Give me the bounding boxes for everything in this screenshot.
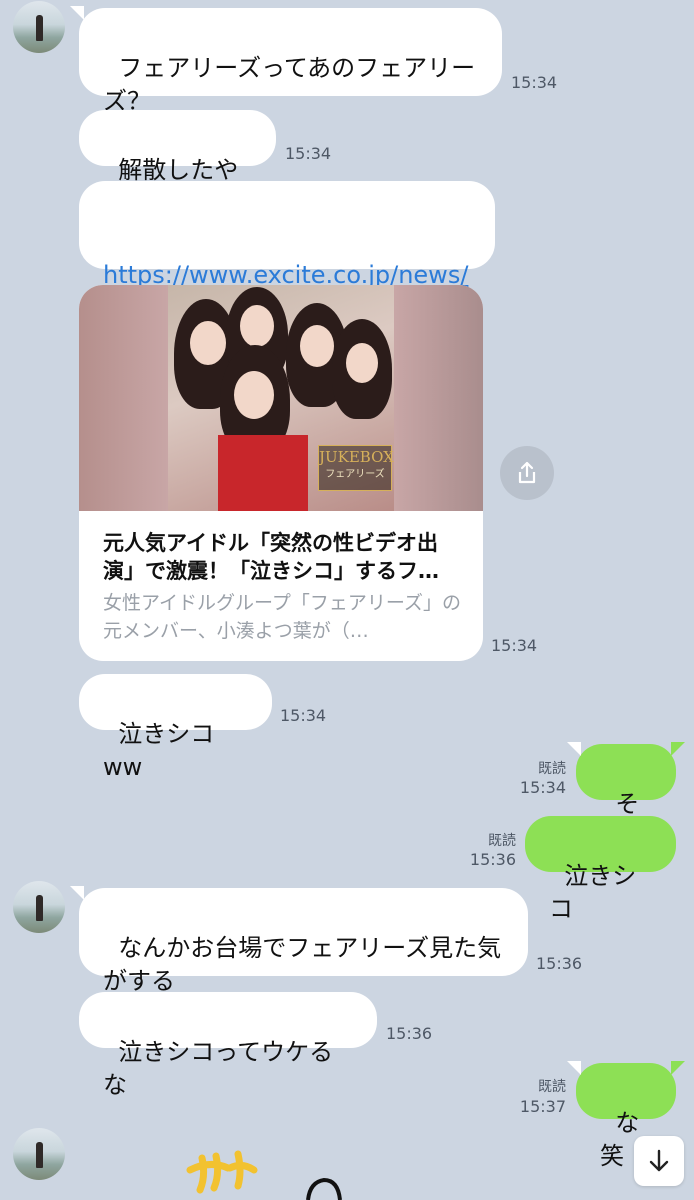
arrow-down-icon <box>649 1149 669 1172</box>
message-time: 15:34 <box>491 636 538 655</box>
sticker[interactable] <box>180 1146 360 1200</box>
message-text: 泣きシコ <box>549 862 637 923</box>
message-time: 15:34 <box>285 144 332 163</box>
link-preview-image[interactable]: JUKEBOX フェアリーズ <box>79 285 483 511</box>
message-text: なんかお台場でフェアリーズ見た気 がする <box>103 934 502 995</box>
message-bubble[interactable]: なんかお台場でフェアリーズ見た気 がする <box>70 886 528 995</box>
message-bubble[interactable]: https://www.excite.co.jp/news/ article/A… <box>79 181 495 322</box>
read-receipt: 既読 <box>538 761 566 777</box>
message-time: 15:34 <box>511 73 558 92</box>
message-time: 15:34 <box>519 778 566 797</box>
share-button[interactable] <box>500 446 554 500</box>
scroll-to-bottom-button[interactable] <box>634 1136 684 1186</box>
album-cover-image: JUKEBOX フェアリーズ <box>168 285 394 511</box>
message-bubble[interactable]: 泣きシコ <box>525 816 676 923</box>
message-bubble[interactable]: そそ <box>567 742 685 851</box>
link-preview-description: 女性アイドルグループ「フェアリーズ」の元メンバー、小湊よつ葉が（… <box>103 592 461 642</box>
message-bubble[interactable]: 解散したやつ <box>79 110 276 217</box>
message-bubble[interactable]: 泣きシコってウケるな <box>79 992 377 1099</box>
message-bubble[interactable]: 泣きシコ ww <box>79 674 272 781</box>
link-preview-title: 元人気アイドル「突然の性ビデオ出演」で激震！「泣きシコ」するフ… <box>103 531 439 583</box>
message-text: フェアリーズってあのフェアリー ズ？ <box>103 54 476 115</box>
cover-logo: JUKEBOX フェアリーズ <box>318 445 394 491</box>
message-time: 15:36 <box>536 954 583 973</box>
link-preview-card[interactable]: JUKEBOX フェアリーズ 元人気アイドル「突然の性ビデオ出演」で激震！「泣き… <box>79 285 483 661</box>
message-time: 15:36 <box>469 850 516 869</box>
message-text: 泣きシコ ww <box>103 720 222 781</box>
read-receipt: 既読 <box>488 833 516 849</box>
message-bubble[interactable]: な笑 <box>567 1061 685 1170</box>
avatar[interactable] <box>13 1128 65 1180</box>
message-bubble[interactable]: フェアリーズってあのフェアリー ズ？ <box>70 6 502 115</box>
message-time: 15:34 <box>280 706 327 725</box>
message-text: 泣きシコってウケるな <box>103 1038 334 1099</box>
message-time: 15:36 <box>386 1024 433 1043</box>
avatar[interactable] <box>13 1 65 53</box>
cover-logo-text: JUKEBOX <box>319 448 394 466</box>
cover-logo-subtext: フェアリーズ <box>325 469 385 480</box>
message-time: 15:37 <box>519 1097 566 1116</box>
avatar[interactable] <box>13 881 65 933</box>
share-icon <box>518 461 536 484</box>
read-receipt: 既読 <box>538 1079 566 1095</box>
